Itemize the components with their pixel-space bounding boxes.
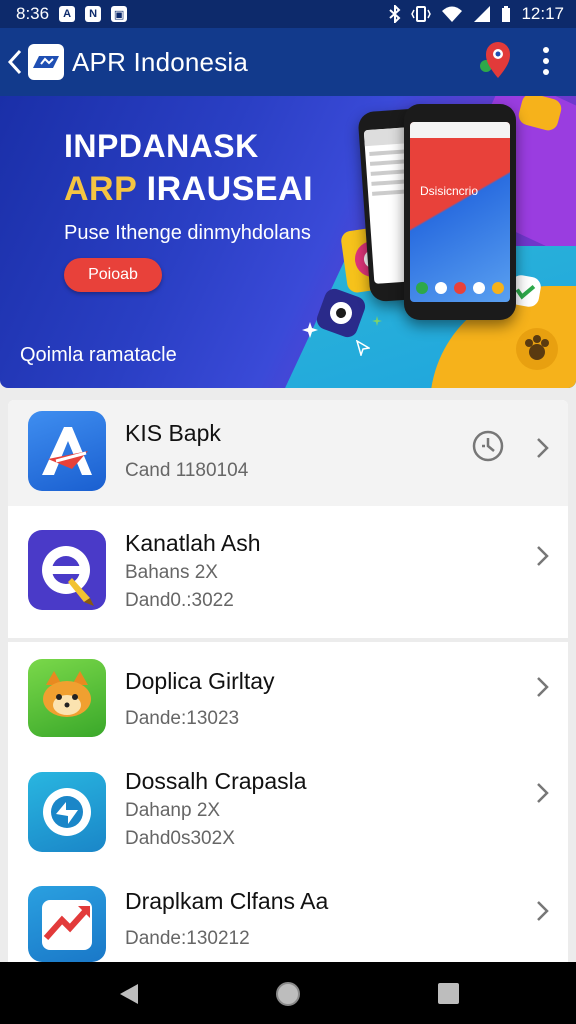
bluetooth-icon [389,5,401,23]
app-notification-icon: A [59,6,76,22]
sparkle-small-icon [372,316,382,326]
banner-subheadline-rest: IRAUSEAI [136,170,314,208]
app-title: APR Indonesia [72,46,249,77]
banner-subheadline-prefix: ARP [64,170,137,208]
list-item[interactable]: Doplica Girltay Dande:13023 [8,642,568,752]
list-item-title: Dossalh Crapasla [125,768,307,794]
overflow-menu-icon[interactable] [534,44,558,78]
promo-banner[interactable]: Dsisicncrio INPDANASK ARP IRAUSEAI Puse … [0,96,576,388]
banner-tagline: Puse Ithenge dinmyhdolans [64,222,311,244]
list-item-subtitle: Dahanp 2X [125,800,221,821]
list-item-title: Doplica Girltay [125,668,275,694]
nav-home-icon[interactable] [276,982,300,1006]
status-bar: 8:36 A N ▣ 12:17 [0,0,576,28]
status-clock: 12:17 [521,4,564,23]
timer-icon[interactable] [471,429,505,463]
nav-back-icon[interactable] [118,982,140,1006]
phone-screen-label: Dsisicncrio [420,184,479,198]
list-item[interactable]: Kanatlah Ash Bahans 2X Dand0.:3022 [8,506,568,638]
chevron-right-icon[interactable] [536,900,550,922]
phone-mockup-front: Dsisicncrio [404,104,516,320]
apr-a-logo-icon [28,411,106,491]
list-item[interactable]: KIS Bapk Cand 1180104 [8,400,568,506]
chevron-right-icon[interactable] [536,782,550,804]
list-item-subtitle: Bahans 2X [125,562,218,583]
list-item-date: Dande:130212 [125,928,250,949]
banner-cta-button[interactable]: Poioab [64,258,162,292]
wifi-icon [442,6,463,22]
app-list-card-bottom: Doplica Girltay Dande:13023 Dossalh Crap… [8,642,568,962]
list-item-date: Dand0.:3022 [125,590,234,611]
vibrate-icon [411,6,432,22]
chevron-right-icon[interactable] [536,437,550,459]
e-pen-app-icon [28,530,106,610]
app-logo-icon [28,44,64,80]
app-list-card-top: KIS Bapk Cand 1180104 Kanatlah Ash Bahan… [8,400,568,638]
banner-subheadline: ARP IRAUSEAI [64,170,313,209]
chevron-right-icon[interactable] [536,545,550,567]
map-pin-icon[interactable] [478,40,514,80]
deco-paw-icon [516,328,558,370]
list-item[interactable]: Draplkam Clfans Aa Dande:130212 [8,872,568,962]
list-item-date: Dande:13023 [125,708,240,729]
back-arrow-icon[interactable] [2,42,28,82]
banner-footer-text: Qoimla ramatacle [20,344,177,366]
list-item-title: KIS Bapk [125,420,221,446]
list-item-subtitle: Cand 1180104 [125,460,249,481]
chevron-right-icon[interactable] [536,676,550,698]
system-nav-bar [0,962,576,1024]
battery-icon [502,6,511,22]
loop-arrow-app-icon [28,772,106,852]
signal-icon [474,6,491,22]
nav-recents-icon[interactable] [438,983,459,1004]
image-notification-icon: ▣ [111,6,128,22]
sparkle-icon [302,322,318,338]
news-notification-icon: N [85,6,102,22]
fox-mascot-icon [28,659,106,737]
list-item-date: Dahd0s302X [125,828,235,849]
list-item-title: Draplkam Clfans Aa [125,888,329,914]
status-time: 8:36 [16,4,50,23]
list-item-title: Kanatlah Ash [125,530,261,556]
banner-headline: INPDANASK [64,128,259,164]
app-bar: APR Indonesia [0,28,576,96]
list-item[interactable]: Dossalh Crapasla Dahanp 2X Dahd0s302X [8,752,568,872]
red-arrow-app-icon [28,886,106,962]
cursor-icon [356,340,370,356]
